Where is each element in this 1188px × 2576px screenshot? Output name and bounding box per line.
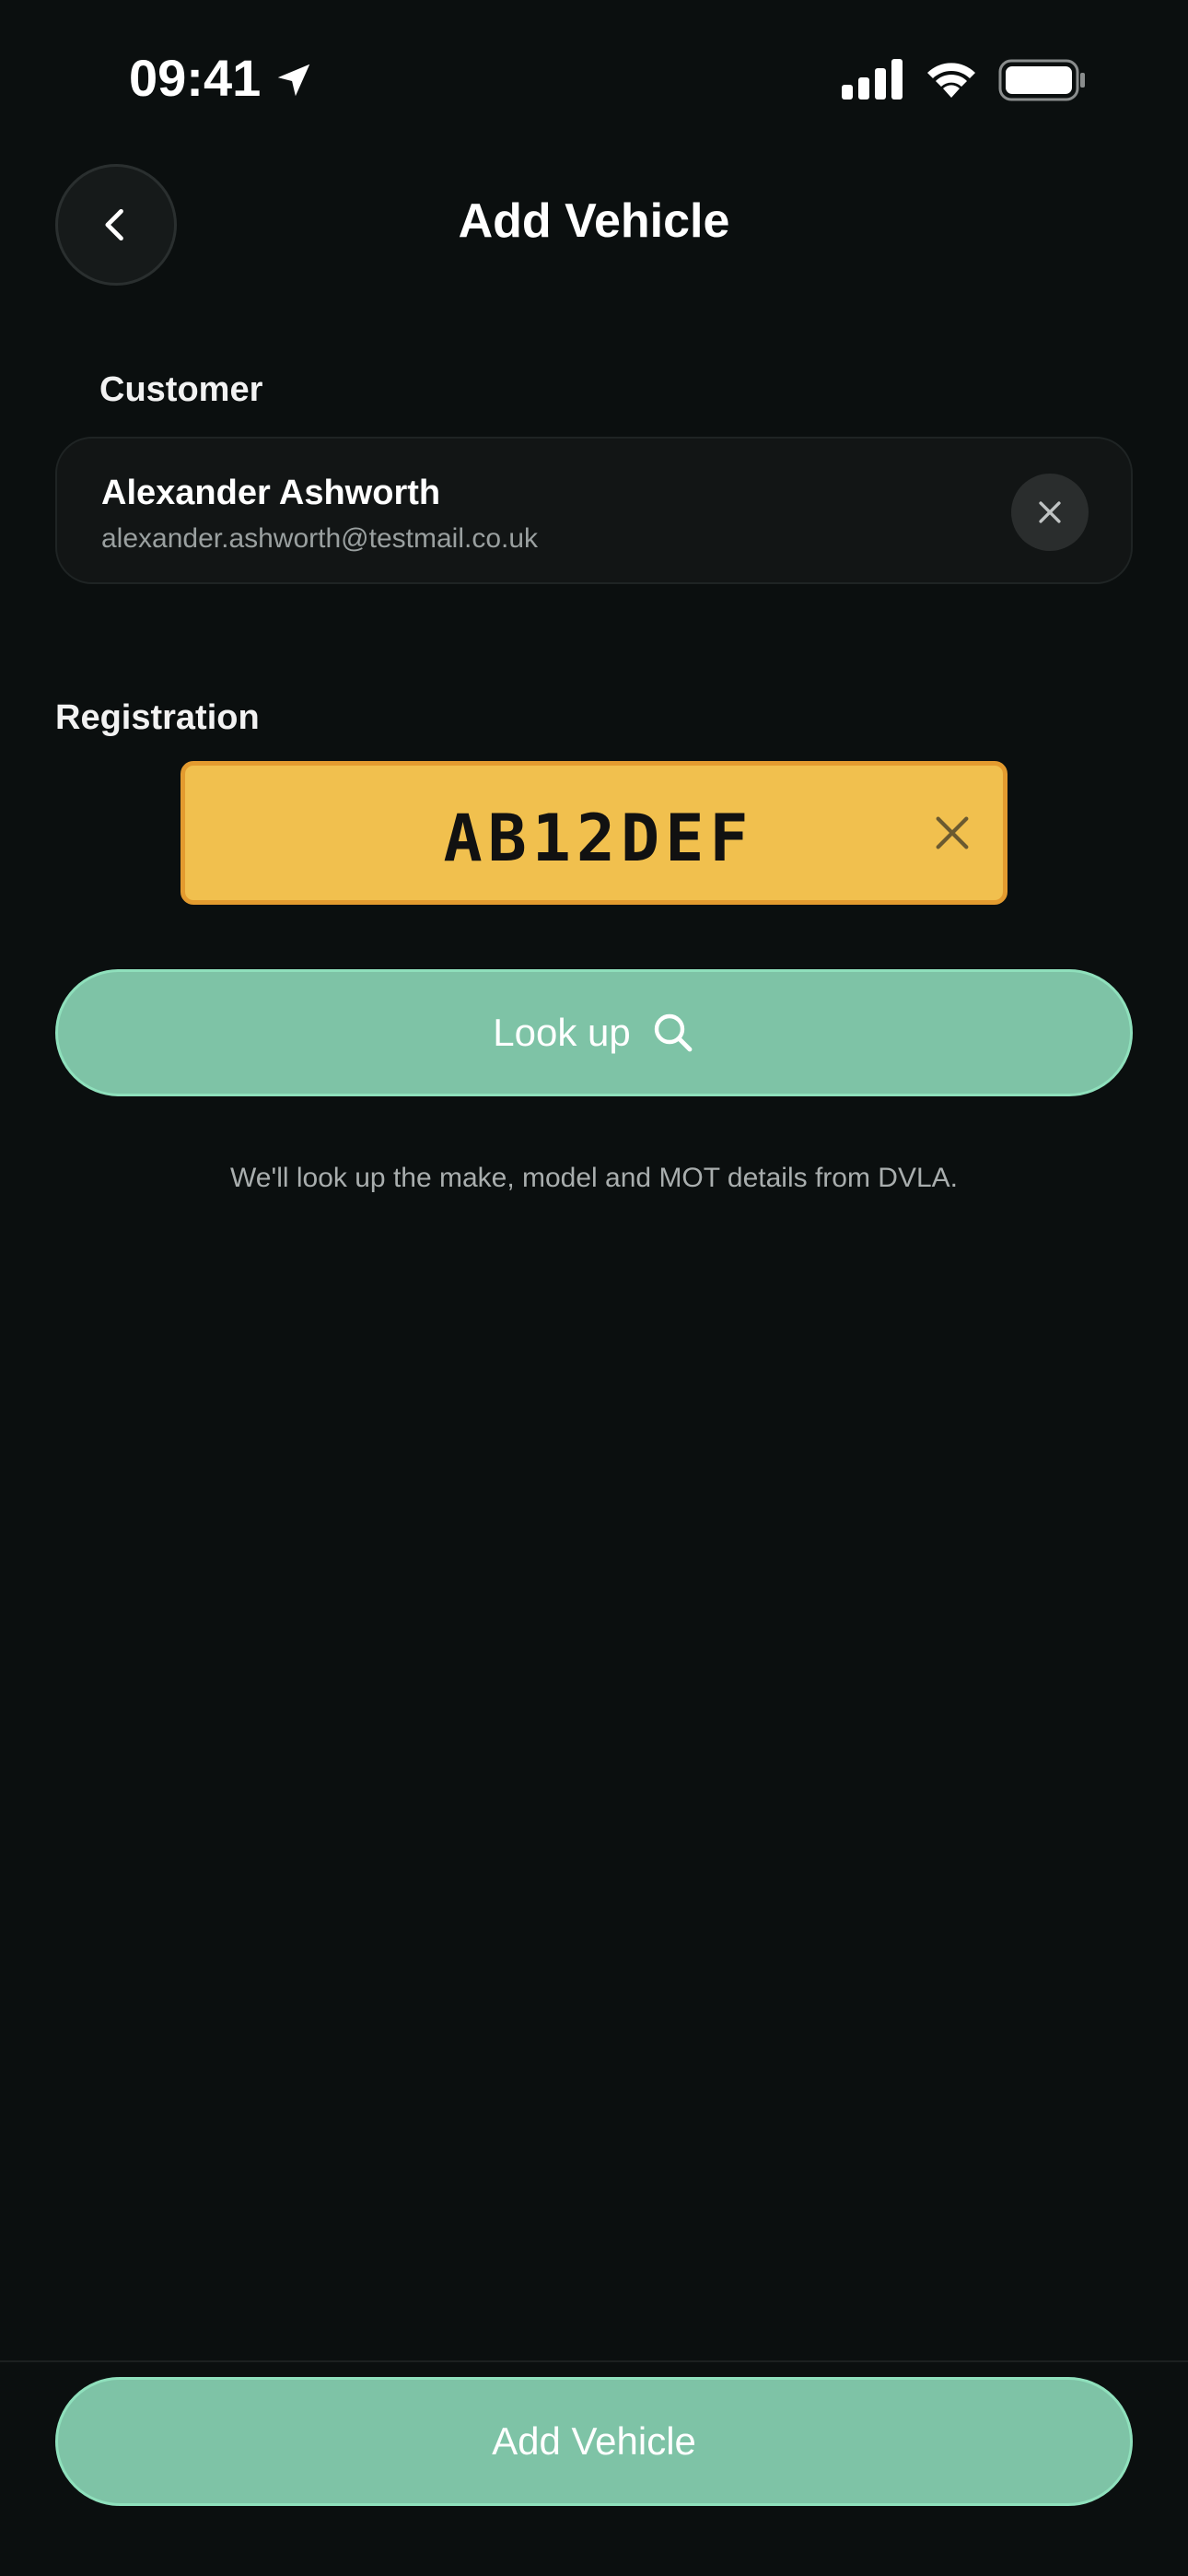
clear-registration-icon[interactable] xyxy=(931,812,973,854)
add-vehicle-screen: 09:41 Add Vehicle Customer Alexander Ash… xyxy=(0,0,1188,2576)
cellular-signal-icon xyxy=(842,59,903,100)
page-title: Add Vehicle xyxy=(458,194,730,248)
battery-icon xyxy=(998,59,1085,101)
search-icon xyxy=(654,1013,693,1052)
bottom-divider xyxy=(0,2360,1188,2362)
add-vehicle-button-label: Add Vehicle xyxy=(492,2419,696,2463)
lookup-button-label: Look up xyxy=(493,1011,631,1054)
customer-section-label: Customer xyxy=(99,370,263,409)
lookup-button[interactable]: Look up xyxy=(55,969,1133,1096)
close-icon xyxy=(1039,501,1061,523)
customer-name: Alexander Ashworth xyxy=(101,474,441,512)
registration-plate-input[interactable]: AB12DEF xyxy=(181,761,1007,905)
add-vehicle-button[interactable]: Add Vehicle xyxy=(55,2377,1133,2506)
location-arrow-icon xyxy=(277,64,310,97)
registration-section-label: Registration xyxy=(55,698,260,737)
lookup-helper-text: We'll look up the make, model and MOT de… xyxy=(230,1163,958,1193)
customer-card: Alexander Ashworth alexander.ashworth@te… xyxy=(55,437,1133,584)
remove-customer-button[interactable] xyxy=(1011,474,1089,551)
wifi-icon xyxy=(927,63,975,98)
registration-plate-value: AB12DEF xyxy=(443,801,754,876)
status-bar: 09:41 xyxy=(0,0,1188,157)
customer-email: alexander.ashworth@testmail.co.uk xyxy=(101,523,539,554)
status-time: 09:41 xyxy=(129,49,262,107)
